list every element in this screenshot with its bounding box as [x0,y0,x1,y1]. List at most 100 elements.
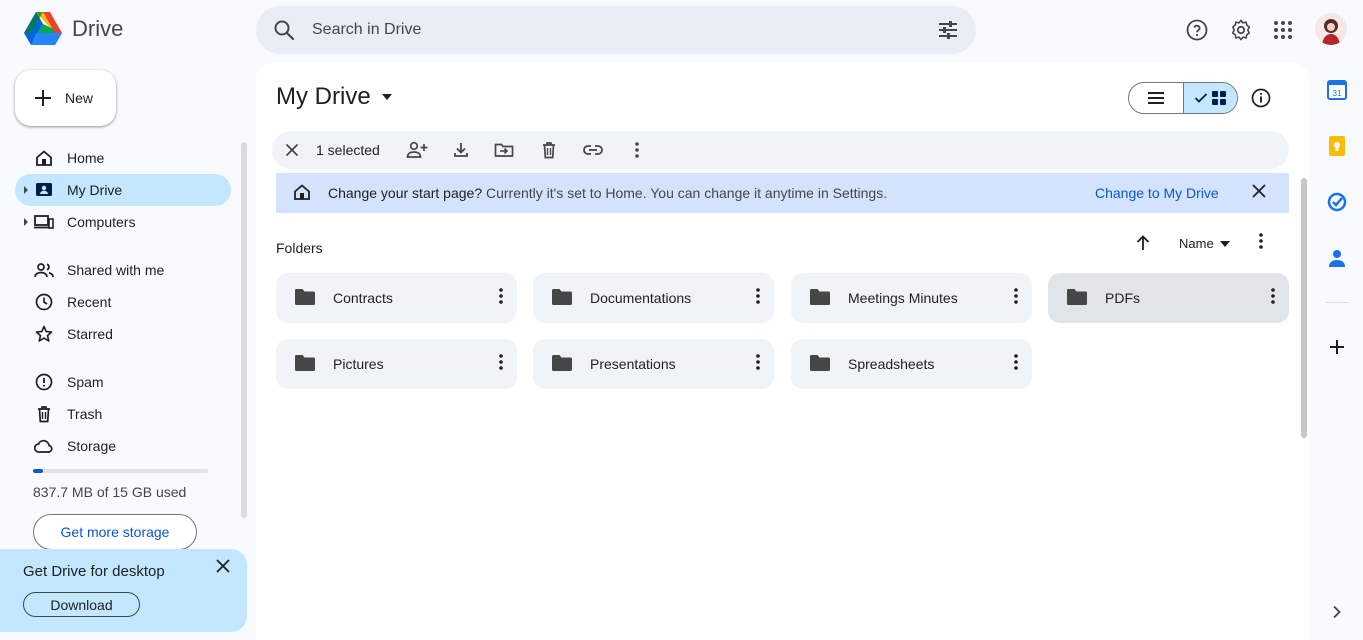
folder-card[interactable]: Pictures [276,339,517,389]
sidebar-item-storage[interactable]: Storage [15,430,231,462]
tasks-icon[interactable] [1324,189,1350,215]
share-add-person-icon[interactable] [406,139,428,161]
close-icon[interactable] [1250,182,1268,205]
download-button[interactable]: Download [23,592,140,617]
folder-icon [809,354,831,377]
folder-card[interactable]: Contracts [276,273,517,323]
folder-card[interactable]: Meetings Minutes [791,273,1032,323]
sort-direction-arrow-icon[interactable] [1133,233,1153,258]
apps-grid-icon[interactable] [1268,15,1298,45]
sidebar-item-label: Trash [67,406,103,422]
help-icon[interactable] [1182,15,1212,45]
svg-text:31: 31 [1333,89,1342,98]
sidebar-item-my-drive[interactable]: My Drive [15,174,231,206]
list-view-button[interactable] [1129,83,1183,113]
view-toggle [1128,82,1238,114]
folder-name: Pictures [333,356,384,372]
selection-count: 1 selected [316,142,380,158]
folder-icon [294,354,316,377]
sidebar-item-trash[interactable]: Trash [15,398,231,430]
more-options-icon[interactable] [1014,354,1018,375]
contacts-icon[interactable] [1324,245,1350,271]
selection-action-bar: 1 selected [272,131,1289,169]
search-input[interactable] [312,18,912,42]
keep-notes-icon[interactable] [1324,133,1350,159]
main-content: My Drive 1 selected Change your start pa… [256,63,1309,640]
trash-icon[interactable] [538,139,560,161]
check-icon [1194,93,1208,103]
folder-name: Meetings Minutes [848,290,958,306]
list-view-icon [1147,92,1164,104]
more-options-icon[interactable] [499,288,503,309]
folder-options-more-icon[interactable] [1259,233,1263,254]
folder-card[interactable]: Spreadsheets [791,339,1032,389]
folder-icon [809,288,831,311]
folder-name: PDFs [1105,290,1140,306]
rail-divider [1326,302,1348,303]
folder-icon [551,288,573,311]
get-more-storage-button[interactable]: Get more storage [33,514,197,550]
folder-name: Documentations [590,290,692,306]
grid-view-icon [1211,91,1226,105]
folder-card[interactable]: Documentations [533,273,774,323]
folder-card[interactable]: Presentations [533,339,774,389]
banner-question: Change your start page? [328,185,483,201]
main-scrollbar[interactable] [1301,178,1307,438]
info-icon[interactable] [1250,87,1272,114]
sidebar-item-shared-with-me[interactable]: Shared with me [15,254,231,286]
page-title: My Drive [276,83,371,110]
sidebar-item-home[interactable]: Home [15,142,231,174]
start-page-banner: Change your start page? Currently it's s… [276,173,1289,213]
caret-down-icon [1219,240,1230,247]
search-bar[interactable] [256,6,976,54]
folder-card-selected[interactable]: PDFs [1048,273,1289,323]
sort-by-dropdown[interactable]: Name [1179,236,1230,251]
plus-icon [35,90,51,106]
desktop-promo-card: Get Drive for desktop Download [0,549,247,632]
copy-link-icon[interactable] [582,139,604,161]
change-to-my-drive-link[interactable]: Change to My Drive [1095,185,1219,201]
add-addon-plus-icon[interactable] [1324,334,1350,360]
caret-down-icon [381,94,392,100]
chevron-right-icon[interactable] [1324,599,1350,625]
more-options-icon[interactable] [756,288,760,309]
download-icon[interactable] [450,139,472,161]
home-icon [34,148,54,168]
calendar-icon[interactable]: 31 [1324,77,1350,103]
folder-icon [294,288,316,311]
page-title-dropdown[interactable]: My Drive [276,83,393,111]
account-avatar[interactable] [1315,13,1347,45]
close-icon[interactable] [214,557,232,580]
sidebar-item-label: Computers [67,214,136,230]
new-button[interactable]: New [15,70,116,126]
more-options-icon[interactable] [756,354,760,375]
folders-heading: Folders [276,240,323,256]
home-icon [292,182,312,207]
sidebar-item-label: Recent [67,294,112,310]
sidebar-item-spam[interactable]: Spam [15,366,231,398]
sidebar-scrollbar[interactable] [241,142,247,518]
search-icon[interactable] [272,18,296,47]
more-options-icon[interactable] [499,354,503,375]
sidebar-item-starred[interactable]: Starred [15,318,231,350]
sidebar-item-label: Storage [67,438,117,454]
my-drive-icon [34,180,54,200]
recent-icon [34,292,54,312]
more-options-icon[interactable] [1271,288,1275,309]
search-options-icon[interactable] [936,18,960,47]
expand-caret-icon[interactable] [24,186,28,194]
grid-view-button[interactable] [1182,83,1237,113]
more-options-icon[interactable] [1014,288,1018,309]
folder-icon [1066,288,1088,311]
settings-gear-icon[interactable] [1226,15,1256,45]
clear-selection-icon[interactable] [281,139,303,161]
drive-logo[interactable]: Drive [24,12,123,46]
folder-icon [551,354,573,377]
app-title: Drive [72,16,124,41]
sidebar-item-computers[interactable]: Computers [15,206,231,238]
sidebar-item-recent[interactable]: Recent [15,286,231,318]
drive-logo-icon [24,12,62,45]
expand-caret-icon[interactable] [24,218,28,226]
move-to-folder-icon[interactable] [493,139,515,161]
more-actions-icon[interactable] [626,139,648,161]
